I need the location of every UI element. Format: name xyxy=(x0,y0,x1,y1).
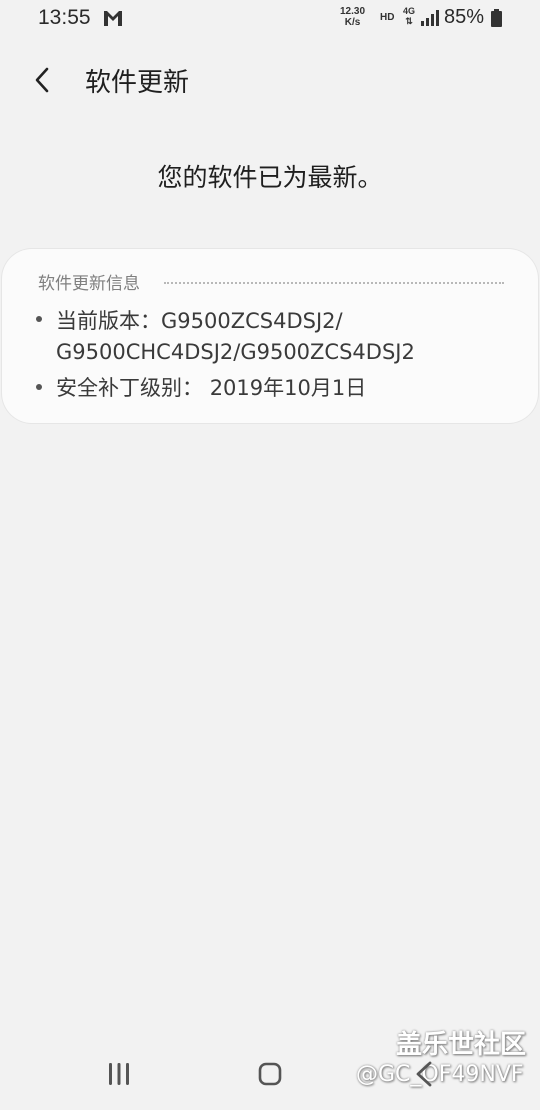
status-time: 13:55 xyxy=(38,6,91,29)
home-icon[interactable] xyxy=(257,1061,283,1087)
status-bar: 13:55 12.30 K/s HD 4G ⇅ 85% xyxy=(0,0,540,38)
card-header-divider xyxy=(164,282,504,284)
network-speed-value: 12.30 xyxy=(340,6,366,17)
battery-icon xyxy=(491,9,502,27)
watermark-title: 盖乐世社区 xyxy=(396,1030,527,1060)
bullet-icon xyxy=(36,316,42,322)
network-type-label: 4G xyxy=(403,6,416,16)
card-title: 软件更新信息 xyxy=(38,273,140,294)
software-info-card: 软件更新信息 当前版本：G9500ZCS4DSJ2/ G9500CHC4DSJ2… xyxy=(2,249,538,423)
data-arrows-icon: ⇅ xyxy=(405,16,413,26)
signal-icon xyxy=(421,10,439,26)
watermark-handle: @GC_OF49NVF xyxy=(356,1062,524,1087)
card-header: 软件更新信息 xyxy=(38,269,504,294)
page-title: 软件更新 xyxy=(85,68,190,98)
security-patch-line: 安全补丁级别： 2019年10月1日 xyxy=(56,372,366,402)
current-version-value-1: G9500ZCS4DSJ2/ xyxy=(161,309,343,333)
security-patch-value: 2019年10月1日 xyxy=(209,376,367,400)
network-speed-unit: K/s xyxy=(344,17,361,28)
recents-icon[interactable] xyxy=(106,1061,132,1087)
chevron-left-icon xyxy=(35,67,49,93)
current-version-label: 当前版本： xyxy=(56,309,161,333)
battery-percent: 85% xyxy=(444,6,485,28)
update-status-message: 您的软件已为最新。 xyxy=(157,163,383,192)
current-version-line: 当前版本：G9500ZCS4DSJ2/ xyxy=(56,305,343,335)
current-version-value-2: G9500CHC4DSJ2/G9500ZCS4DSJ2 xyxy=(56,340,415,364)
gmail-icon xyxy=(104,11,122,26)
network-speed: 12.30 K/s xyxy=(340,6,365,28)
header: 软件更新 xyxy=(0,50,540,110)
security-patch-label: 安全补丁级别： xyxy=(56,376,203,400)
back-icon[interactable] xyxy=(410,1059,438,1089)
bullet-icon xyxy=(36,384,42,390)
network-type: 4G ⇅ xyxy=(403,6,415,26)
hd-indicator: HD xyxy=(380,12,395,23)
back-button[interactable] xyxy=(26,60,58,100)
